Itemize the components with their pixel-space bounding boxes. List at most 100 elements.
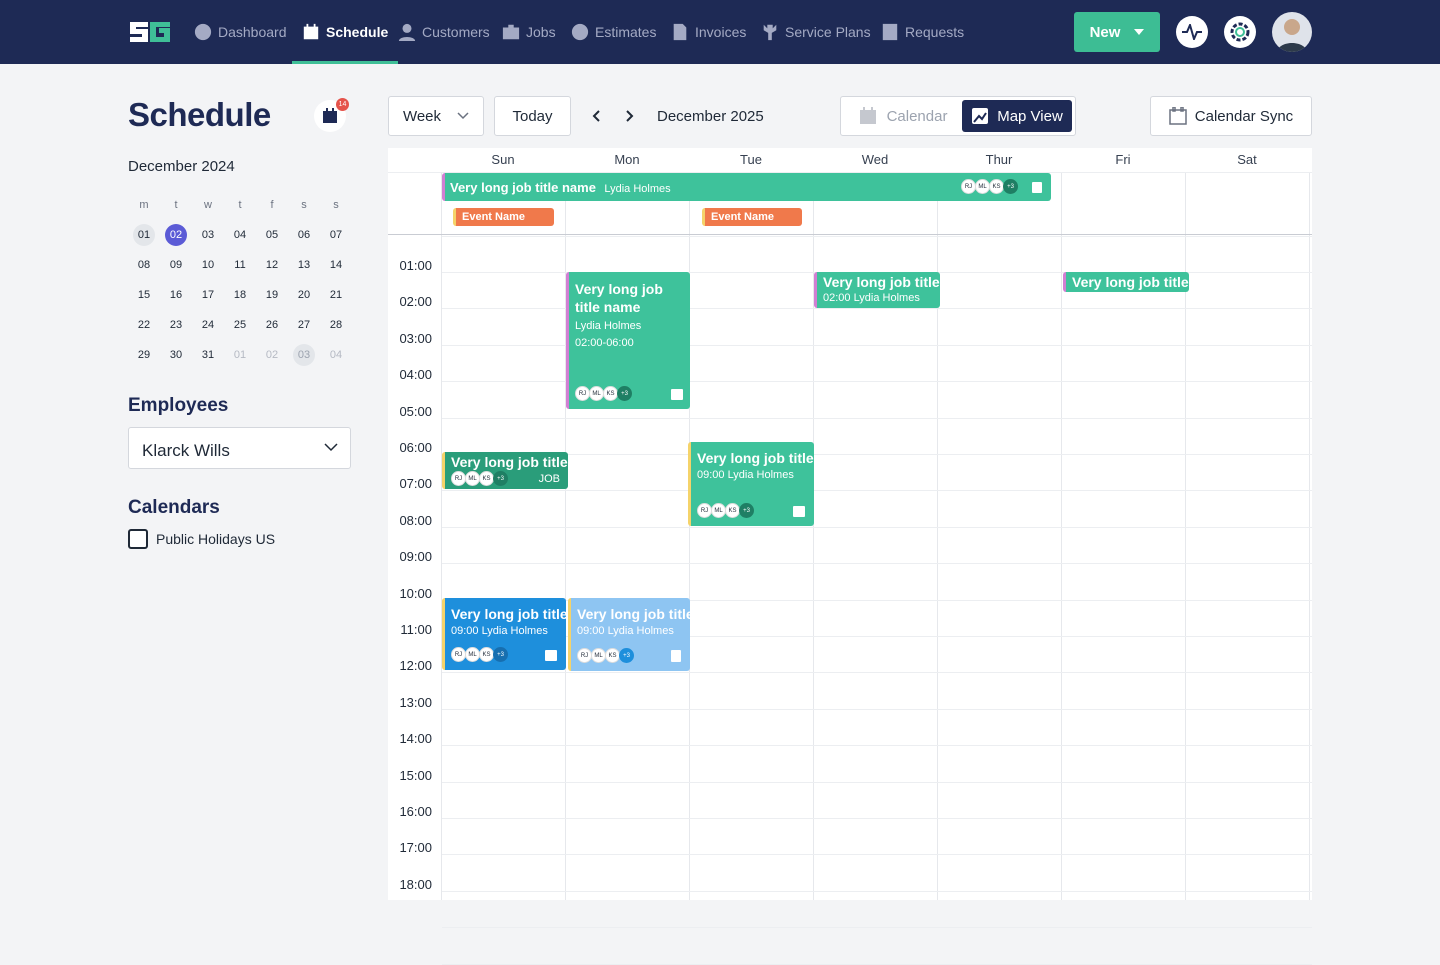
nav-schedule[interactable]: Schedule	[291, 0, 399, 64]
event-name-chip[interactable]: Event Name	[702, 208, 802, 226]
mini-calendar-day[interactable]: 29	[128, 344, 160, 366]
mini-calendar-day[interactable]: 02	[160, 224, 192, 246]
nav-estimates[interactable]: Estimates	[571, 0, 656, 64]
assignee-chips: RJ ML KS +3	[697, 503, 754, 518]
day-header: Mon	[614, 152, 640, 167]
employee-select[interactable]: Klarck Wills	[128, 427, 351, 469]
day-header: Thur	[985, 152, 1013, 167]
mini-calendar-month: December 2024	[128, 158, 235, 175]
mini-calendar-day[interactable]: 24	[192, 314, 224, 336]
settings-button[interactable]	[1224, 16, 1256, 48]
assignee-chip: RJ	[577, 648, 592, 663]
mini-calendar-day[interactable]: 15	[128, 284, 160, 306]
mini-calendar-day[interactable]: 14	[320, 254, 352, 276]
mini-calendar-day[interactable]: 03	[288, 344, 320, 366]
mini-calendar-day[interactable]: 11	[224, 254, 256, 276]
mini-calendar-day[interactable]: 25	[224, 314, 256, 336]
mini-calendar-day[interactable]: 04	[320, 344, 352, 366]
job-event[interactable]: Very long job title n 09:00 Lydia Holmes…	[568, 598, 690, 671]
job-event[interactable]: Very long job title n 09:00 Lydia Holmes…	[442, 598, 566, 670]
mini-calendar-day[interactable]: 27	[288, 314, 320, 336]
job-event[interactable]: Very long job title na RJ ML KS +3 JOB	[442, 452, 568, 489]
user-avatar[interactable]	[1272, 12, 1312, 52]
job-event[interactable]: Very long job title na 02:00 Lydia Holme…	[814, 272, 940, 308]
mini-calendar-day[interactable]: 31	[192, 344, 224, 366]
new-button[interactable]: New	[1074, 12, 1160, 52]
day-number: 17	[201, 289, 215, 301]
brand-logo[interactable]	[128, 18, 172, 46]
weekday-label: f	[270, 199, 274, 211]
nav-jobs[interactable]: Jobs	[502, 0, 556, 64]
hour-label: 05:00	[399, 404, 432, 419]
hour-line	[442, 236, 1312, 237]
day-number: 26	[265, 319, 279, 331]
assignee-chip: RJ	[451, 471, 466, 486]
event-name-chip[interactable]: Event Name	[453, 208, 554, 226]
mini-calendar-day[interactable]: 17	[192, 284, 224, 306]
mini-calendar-day[interactable]: 16	[160, 284, 192, 306]
hour-line	[442, 563, 1312, 564]
job-event[interactable]: Very long job title na	[1063, 272, 1189, 292]
day-number: 24	[201, 319, 215, 331]
day-header: Tue	[740, 152, 762, 167]
mini-calendar-day[interactable]: 01	[128, 224, 160, 246]
hour-line	[442, 782, 1312, 783]
mini-calendar-day[interactable]: 08	[128, 254, 160, 276]
mini-calendar-day[interactable]: 20	[288, 284, 320, 306]
event-person: Lydia Holmes	[575, 320, 642, 332]
mini-calendar-day[interactable]: 10	[192, 254, 224, 276]
mini-calendar-day[interactable]: 26	[256, 314, 288, 336]
notification-badge: 14	[336, 98, 349, 111]
mini-calendar-day[interactable]: 13	[288, 254, 320, 276]
view-select[interactable]: Week	[388, 96, 484, 136]
hour-line	[442, 709, 1312, 710]
allday-job-event[interactable]: Very long job title name Lydia Holmes RJ…	[442, 173, 1051, 201]
dashboard-icon	[194, 23, 212, 41]
assignee-more-chip: +3	[619, 648, 634, 663]
calendar-icon	[323, 108, 337, 123]
mini-calendar-day[interactable]: 28	[320, 314, 352, 336]
mini-calendar-day[interactable]: 18	[224, 284, 256, 306]
assignee-chip: ML	[711, 503, 726, 518]
day-number: 30	[169, 349, 183, 361]
activity-button[interactable]	[1176, 16, 1208, 48]
mini-calendar-day[interactable]: 03	[192, 224, 224, 246]
mini-calendar-day[interactable]: 21	[320, 284, 352, 306]
event-title: Very long job title na	[451, 454, 568, 470]
day-header: Fri	[1115, 152, 1131, 167]
assignee-chip: KS	[725, 503, 740, 518]
event-time-person: 09:00 Lydia Holmes	[577, 625, 674, 637]
mini-calendar-day[interactable]: 05	[256, 224, 288, 246]
calendar-sync-button[interactable]: Calendar Sync	[1150, 96, 1312, 136]
event-title: Very long job title name	[575, 281, 663, 315]
mini-calendar-day[interactable]: 02	[256, 344, 288, 366]
public-holidays-checkbox[interactable]	[128, 529, 148, 549]
job-event[interactable]: Very long job title name Lydia Holmes 02…	[566, 272, 690, 409]
mini-calendar-day[interactable]: 12	[256, 254, 288, 276]
prev-arrow-icon[interactable]	[590, 109, 604, 123]
mini-calendar-day[interactable]: 06	[288, 224, 320, 246]
map-view-tab[interactable]: Map View	[962, 100, 1072, 132]
assignee-more-chip: +3	[739, 503, 754, 518]
mini-calendar-day[interactable]: 04	[224, 224, 256, 246]
mini-calendar-day[interactable]: 19	[256, 284, 288, 306]
day-number: 10	[201, 259, 215, 271]
job-event[interactable]: Very long job title na 09:00 Lydia Holme…	[688, 442, 814, 526]
mini-calendar-day[interactable]: 07	[320, 224, 352, 246]
day-number: 20	[297, 289, 311, 301]
mini-calendar-day[interactable]: 22	[128, 314, 160, 336]
nav-service-plans[interactable]: Service Plans	[761, 0, 871, 64]
nav-dashboard[interactable]: Dashboard	[194, 0, 287, 64]
mini-calendar-day[interactable]: 30	[160, 344, 192, 366]
mini-calendar-day[interactable]: 09	[160, 254, 192, 276]
mini-calendar-day[interactable]: 01	[224, 344, 256, 366]
nav-customers[interactable]: Customers	[398, 0, 490, 64]
nav-invoices[interactable]: Invoices	[671, 0, 746, 64]
today-button[interactable]: Today	[494, 96, 571, 136]
mini-calendar-day[interactable]: 23	[160, 314, 192, 336]
calendar-tab[interactable]: Calendar	[844, 107, 962, 125]
hour-label: 18:00	[399, 877, 432, 892]
next-arrow-icon[interactable]	[622, 109, 636, 123]
nav-requests[interactable]: Requests	[881, 0, 964, 64]
event-time-person: 09:00 Lydia Holmes	[451, 625, 548, 637]
